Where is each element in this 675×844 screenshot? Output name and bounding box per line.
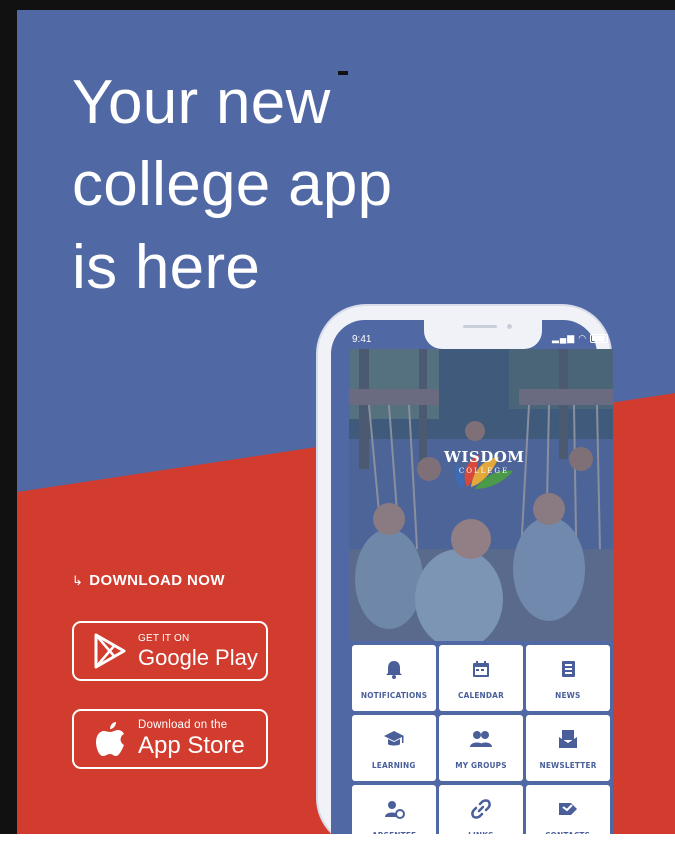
top-border bbox=[0, 0, 675, 10]
tile-label: LEARNING bbox=[372, 761, 416, 770]
poster-frame: Your new college app is here ↳ DOWNLOAD N… bbox=[0, 0, 675, 844]
left-border bbox=[0, 0, 17, 844]
tile-calendar[interactable]: CALENDAR bbox=[439, 645, 523, 711]
bell-icon bbox=[386, 661, 402, 679]
tile-learning[interactable]: LEARNING bbox=[352, 715, 436, 781]
tile-label: NEWS bbox=[555, 691, 581, 700]
battery-icon bbox=[590, 334, 609, 343]
calendar-icon bbox=[473, 661, 489, 677]
app-store-small-text: Download on the bbox=[138, 718, 228, 731]
google-play-icon bbox=[92, 633, 128, 669]
wisdom-college-logo: WISDOM COLLEGE bbox=[444, 446, 524, 475]
status-icons: ▂▄▆ ◠ bbox=[552, 333, 609, 344]
students-photo bbox=[349, 349, 613, 641]
tile-label: CALENDAR bbox=[458, 691, 504, 700]
text-cursor bbox=[338, 71, 348, 75]
news-icon bbox=[562, 661, 575, 677]
graduation-cap-icon bbox=[384, 731, 404, 746]
return-arrow-icon: ↳ bbox=[72, 573, 84, 588]
group-icon bbox=[470, 731, 492, 747]
status-time: 9:41 bbox=[352, 334, 372, 345]
app-store-big-text: App Store bbox=[138, 732, 245, 760]
tile-newsletter[interactable]: NEWSLETTER bbox=[526, 715, 610, 781]
absentee-icon bbox=[385, 801, 405, 819]
envelope-icon bbox=[559, 730, 577, 748]
headline-line-2: college app bbox=[72, 150, 393, 220]
wifi-icon: ◠ bbox=[578, 333, 588, 343]
school-subtitle: COLLEGE bbox=[458, 467, 510, 475]
tile-label: NEWSLETTER bbox=[539, 761, 597, 770]
headline-line-1: Your new bbox=[72, 68, 331, 137]
bottom-margin bbox=[0, 834, 675, 844]
signal-icon: ▂▄▆ bbox=[552, 333, 576, 343]
school-name: WISDOM bbox=[444, 448, 525, 466]
speaker-grill bbox=[463, 325, 497, 328]
google-play-button[interactable]: GET IT ON Google Play bbox=[72, 621, 268, 681]
download-now-label: ↳ DOWNLOAD NOW bbox=[72, 572, 225, 589]
phone-notch bbox=[424, 319, 542, 349]
google-play-small-text: GET IT ON bbox=[138, 632, 190, 644]
app-store-button[interactable]: Download on the App Store bbox=[72, 709, 268, 769]
apple-icon bbox=[92, 721, 128, 757]
tile-notifications[interactable]: NOTIFICATIONS bbox=[352, 645, 436, 711]
tile-label: MY GROUPS bbox=[455, 761, 507, 770]
tile-my-groups[interactable]: MY GROUPS bbox=[439, 715, 523, 781]
download-now-text: DOWNLOAD NOW bbox=[89, 572, 225, 589]
app-menu-grid: NOTIFICATIONS CALENDAR NEWS LEARNING MY … bbox=[349, 641, 613, 844]
google-play-big-text: Google Play bbox=[138, 644, 258, 670]
tile-news[interactable]: NEWS bbox=[526, 645, 610, 711]
contact-icon bbox=[559, 803, 577, 815]
camera-dot bbox=[507, 324, 512, 329]
tile-label: NOTIFICATIONS bbox=[360, 691, 428, 700]
headline: Your new college app is here bbox=[72, 62, 492, 309]
link-icon bbox=[471, 799, 491, 819]
headline-line-3: is here bbox=[72, 232, 261, 302]
